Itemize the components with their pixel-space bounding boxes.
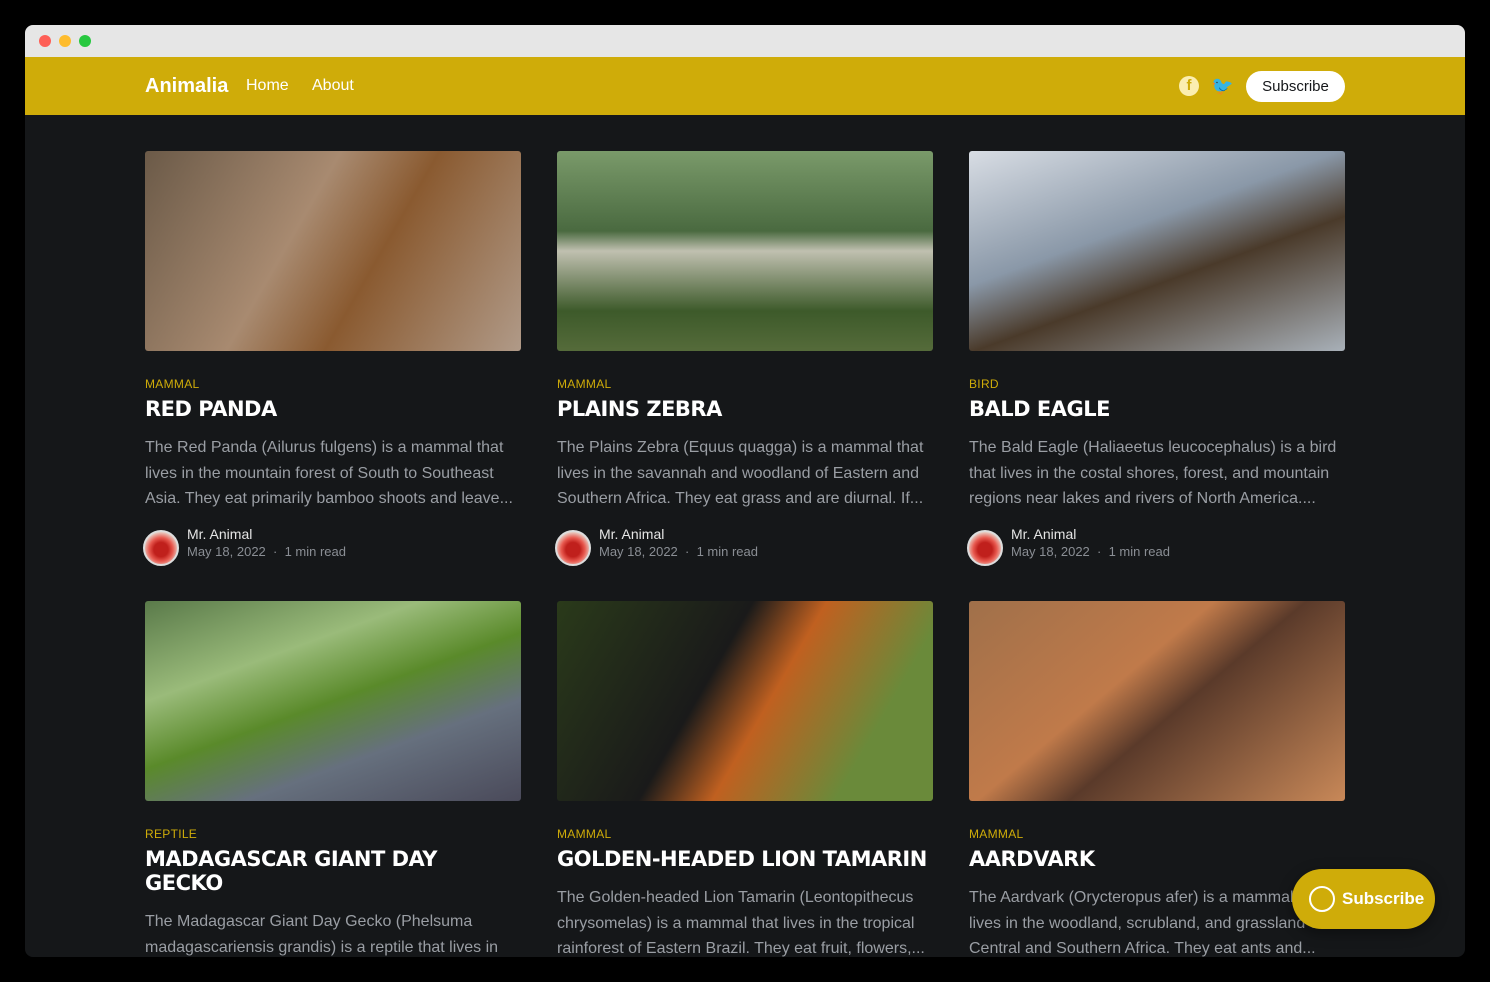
post-tag[interactable]: MAMMAL	[557, 377, 933, 391]
post-title[interactable]: Bald Eagle	[969, 397, 1345, 421]
post-card[interactable]: REPTILE Madagascar Giant Day Gecko The M…	[145, 601, 521, 957]
post-tag[interactable]: MAMMAL	[557, 827, 933, 841]
post-excerpt: The Madagascar Giant Day Gecko (Phelsuma…	[145, 913, 499, 956]
post-date: May 18, 2022	[1011, 544, 1090, 559]
post-tag[interactable]: MAMMAL	[145, 377, 521, 391]
post-image[interactable]	[557, 151, 933, 351]
post-meta: May 18, 2022 · 1 min read	[599, 544, 758, 559]
avatar[interactable]	[967, 530, 1003, 566]
author-name[interactable]: Mr. Animal	[1011, 526, 1076, 542]
post-card[interactable]: MAMMAL Plains Zebra The Plains Zebra (Eq…	[555, 151, 933, 572]
post-tag[interactable]: MAMMAL	[969, 827, 1345, 841]
post-image[interactable]	[145, 151, 521, 351]
post-excerpt: The Plains Zebra (Equus quagga) is a mam…	[557, 439, 924, 507]
author-name[interactable]: Mr. Animal	[187, 526, 252, 542]
post-author: Mr. Animal May 18, 2022 · 1 min read	[143, 526, 521, 572]
post-meta: May 18, 2022 · 1 min read	[1011, 544, 1170, 559]
post-title[interactable]: Plains Zebra	[557, 397, 933, 421]
post-excerpt: The Bald Eagle (Haliaeetus leucocephalus…	[969, 439, 1337, 507]
post-card[interactable]: MAMMAL Aardvark The Aardvark (Orycteropu…	[969, 601, 1345, 957]
post-date: May 18, 2022	[599, 544, 678, 559]
avatar[interactable]	[143, 530, 179, 566]
read-time: 1 min read	[1108, 544, 1170, 559]
post-tag[interactable]: BIRD	[969, 377, 1345, 391]
read-time: 1 min read	[284, 544, 346, 559]
avatar[interactable]	[555, 530, 591, 566]
post-title[interactable]: Madagascar Giant Day Gecko	[145, 847, 521, 895]
post-excerpt: The Aardvark (Orycteropus afer) is a mam…	[969, 889, 1325, 957]
floating-subscribe-button[interactable]: Subscribe	[1292, 869, 1435, 929]
floating-subscribe-label: Subscribe	[1342, 889, 1425, 908]
post-tag[interactable]: REPTILE	[145, 827, 521, 841]
post-excerpt: The Golden-headed Lion Tamarin (Leontopi…	[557, 889, 925, 957]
post-date: May 18, 2022	[187, 544, 266, 559]
post-meta: May 18, 2022 · 1 min read	[187, 544, 346, 559]
post-title[interactable]: Red Panda	[145, 397, 521, 421]
post-title[interactable]: Golden-headed Lion Tamarin	[557, 847, 933, 871]
author-name[interactable]: Mr. Animal	[599, 526, 664, 542]
post-image[interactable]	[969, 601, 1345, 801]
post-image[interactable]	[557, 601, 933, 801]
post-author: Mr. Animal May 18, 2022 · 1 min read	[555, 526, 933, 572]
post-card[interactable]: MAMMAL Red Panda The Red Panda (Ailurus …	[143, 151, 521, 572]
post-card[interactable]: MAMMAL Golden-headed Lion Tamarin The Go…	[557, 601, 933, 957]
post-image[interactable]	[969, 151, 1345, 351]
post-title[interactable]: Aardvark	[969, 847, 1345, 871]
read-time: 1 min read	[696, 544, 758, 559]
post-excerpt: The Red Panda (Ailurus fulgens) is a mam…	[145, 439, 513, 507]
post-author: Mr. Animal May 18, 2022 · 1 min read	[967, 526, 1345, 572]
post-image[interactable]	[145, 601, 521, 801]
user-icon	[1309, 886, 1335, 912]
post-card[interactable]: BIRD Bald Eagle The Bald Eagle (Haliaeet…	[967, 151, 1345, 572]
